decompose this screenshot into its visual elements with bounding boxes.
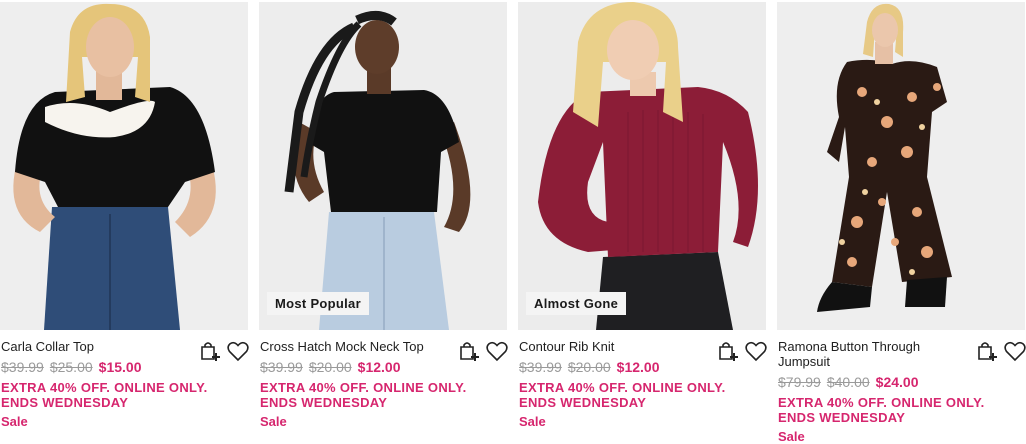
promo-text: EXTRA 40% OFF. ONLINE ONLY. ENDS WEDNESD… [1, 380, 208, 410]
heart-icon[interactable] [485, 339, 509, 363]
product-photo-contour-rib [518, 2, 766, 330]
product-photo-ramona [777, 2, 1025, 330]
product-badge: Most Popular [267, 292, 369, 315]
product-actions [198, 339, 250, 363]
promo-text: EXTRA 40% OFF. ONLINE ONLY. ENDS WEDNESD… [519, 380, 726, 410]
product-name[interactable]: Ramona Button Through Jumpsuit [778, 339, 968, 369]
product-card[interactable]: Almost Gone Contour Rib Knit $39.99 $20.0… [518, 0, 768, 433]
product-photo-carla [0, 2, 248, 330]
previous-price: $40.00 [826, 374, 870, 390]
promo-text: EXTRA 40% OFF. ONLINE ONLY. ENDS WEDNESD… [778, 395, 985, 425]
sale-price: $24.00 [875, 374, 919, 390]
price-block: $39.99 $25.00 $15.00 [1, 358, 141, 376]
previous-price: $20.00 [567, 359, 611, 375]
product-name[interactable]: Cross Hatch Mock Neck Top [260, 339, 450, 354]
sale-label: Sale [1, 414, 28, 429]
price-block: $39.99 $20.00 $12.00 [519, 358, 659, 376]
original-price: $79.99 [778, 374, 821, 390]
product-actions [716, 339, 768, 363]
sale-label: Sale [260, 414, 287, 429]
sale-label: Sale [519, 414, 546, 429]
original-price: $39.99 [1, 359, 44, 375]
product-image[interactable] [0, 2, 248, 330]
promo-text: EXTRA 40% OFF. ONLINE ONLY. ENDS WEDNESD… [260, 380, 467, 410]
original-price: $39.99 [519, 359, 562, 375]
heart-icon[interactable] [226, 339, 250, 363]
product-badge: Almost Gone [526, 292, 627, 315]
product-image[interactable] [518, 2, 766, 330]
product-card[interactable]: Carla Collar Top $39.99 $25.00 $15.00 EXTR… [0, 0, 250, 433]
sale-price: $15.00 [98, 359, 142, 375]
add-to-bag-icon[interactable] [198, 339, 222, 363]
product-image[interactable] [259, 2, 507, 330]
product-photo-cross-hatch [259, 2, 507, 330]
previous-price: $25.00 [49, 359, 93, 375]
product-card[interactable]: Most Popular Cross Hatch Mock Neck Top $… [259, 0, 509, 433]
product-actions [457, 339, 509, 363]
product-actions [975, 339, 1026, 363]
sale-price: $12.00 [357, 359, 401, 375]
product-grid: Carla Collar Top $39.99 $25.00 $15.00 EXTR… [0, 0, 1026, 444]
sale-label: Sale [778, 429, 805, 444]
product-name[interactable]: Carla Collar Top [1, 339, 191, 354]
add-to-bag-icon[interactable] [457, 339, 481, 363]
add-to-bag-icon[interactable] [975, 339, 999, 363]
product-name[interactable]: Contour Rib Knit [519, 339, 709, 354]
original-price: $39.99 [260, 359, 303, 375]
heart-icon[interactable] [1003, 339, 1026, 363]
add-to-bag-icon[interactable] [716, 339, 740, 363]
price-block: $39.99 $20.00 $12.00 [260, 358, 400, 376]
product-card[interactable]: Ramona Button Through Jumpsuit $79.99 $40… [777, 0, 1026, 444]
sale-price: $12.00 [616, 359, 660, 375]
previous-price: $20.00 [308, 359, 352, 375]
price-block: $79.99 $40.00 $24.00 [778, 373, 918, 391]
product-image[interactable] [777, 2, 1025, 330]
heart-icon[interactable] [744, 339, 768, 363]
